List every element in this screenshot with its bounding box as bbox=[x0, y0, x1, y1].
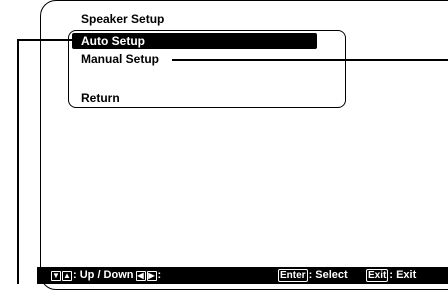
down-arrow-key-icon: ▼ bbox=[51, 270, 61, 281]
enter-hint: Enter : Select bbox=[278, 267, 348, 284]
menu-item-return[interactable]: Return bbox=[81, 90, 120, 106]
menu-item-auto-setup[interactable]: Auto Setup bbox=[72, 33, 317, 49]
up-arrow-key-icon: ▲ bbox=[62, 270, 72, 281]
menu-item-manual-setup[interactable]: Manual Setup bbox=[81, 51, 159, 67]
updown-hint: ▼ ▲ : Up / Down ◀ ▶ : bbox=[51, 267, 161, 284]
enter-label: : Select bbox=[308, 269, 348, 281]
left-arrow-key-icon: ◀ bbox=[135, 270, 146, 281]
leftright-label: : bbox=[157, 269, 162, 281]
callout-line-auto-horizontal bbox=[17, 39, 73, 41]
enter-key-icon: Enter bbox=[278, 269, 308, 282]
exit-hint: Exit : Exit bbox=[366, 267, 416, 284]
updown-label: : Up / Down bbox=[73, 269, 134, 281]
callout-line-manual-horizontal bbox=[172, 59, 448, 61]
callout-line-auto-vertical bbox=[17, 39, 19, 284]
exit-label: : Exit bbox=[389, 269, 417, 281]
status-bar: ▼ ▲ : Up / Down ◀ ▶ : Enter : Select Exi… bbox=[37, 267, 448, 284]
right-arrow-key-icon: ▶ bbox=[146, 270, 157, 281]
exit-key-icon: Exit bbox=[366, 269, 389, 282]
menu-title: Speaker Setup bbox=[81, 12, 165, 26]
